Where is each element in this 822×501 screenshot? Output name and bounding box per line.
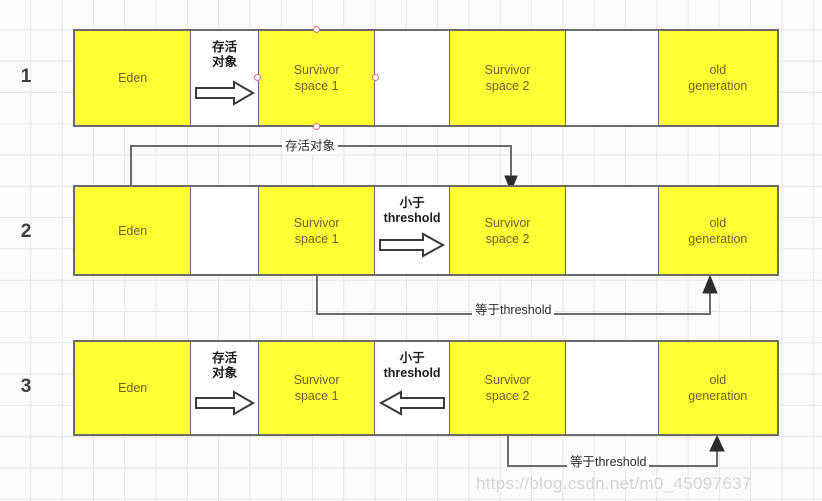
arrow-right-icon (194, 80, 256, 111)
row1-cell-survivor-space-2[interactable]: Survivor space 2 (449, 31, 567, 125)
row2-survivor2-label: Survivor space 2 (484, 215, 531, 246)
row3-cell-transfer-s2-to-s1[interactable]: 小于 threshold (375, 342, 450, 434)
arrow-left-icon (378, 390, 446, 421)
arrow-right-icon (378, 232, 446, 263)
selection-handle-top[interactable] (312, 26, 320, 33)
row3-cell-survivor-space-1[interactable]: Survivor space 1 (258, 342, 376, 434)
row3-transfer-right-label: 小于 threshold (383, 351, 441, 380)
connector-2-label: 等于threshold (472, 303, 555, 318)
row2-cell-old-generation[interactable]: old generation (658, 187, 777, 274)
row3-old-generation-label: old generation (688, 373, 748, 403)
connector-3-label: 等于threshold (567, 455, 650, 470)
arrow-right-icon (194, 390, 256, 421)
row2-cell-gap-2[interactable] (566, 187, 659, 274)
row-label-3: 3 (20, 376, 32, 397)
watermark: https://blog.csdn.net/m0_45097637 (476, 474, 752, 493)
row2-transfer-label: 小于 threshold (383, 196, 441, 225)
row1-cell-gap-1[interactable] (375, 31, 450, 125)
row3-survivor2-label: Survivor space 2 (484, 373, 531, 403)
row1-survivor1-label: Survivor space 1 (293, 63, 340, 93)
row2-cell-survivor-space-2[interactable]: Survivor space 2 (449, 187, 567, 274)
row2-cell-eden[interactable]: Eden (75, 187, 192, 274)
row-label-2: 2 (20, 221, 32, 242)
row2-survivor1-label: Survivor space 1 (293, 215, 340, 246)
row-label-1: 1 (20, 66, 32, 87)
row3-cell-gap-2[interactable] (566, 342, 659, 434)
row3-survivor1-label: Survivor space 1 (293, 373, 340, 403)
selection-handle-left[interactable] (253, 74, 261, 81)
row1-cell-eden[interactable]: Eden (75, 31, 192, 125)
row1-old-generation-label: old generation (688, 63, 748, 93)
row3-eden-label: Eden (118, 381, 148, 395)
row3-transfer-left-label: 存活 对象 (212, 351, 238, 380)
row2-eden-label: Eden (118, 223, 148, 238)
row2-cell-gap-0[interactable] (191, 187, 259, 274)
row-3-band: Eden 存活 对象 Survivor space 1 小于 threshold… (73, 340, 779, 436)
selection-handle-bottom[interactable] (312, 123, 320, 130)
row2-old-generation-label: old generation (688, 215, 748, 246)
diagram-canvas: 1 Eden 存活 对象 Survivor space 1 Survivor s… (0, 0, 822, 501)
row3-cell-eden[interactable]: Eden (75, 342, 192, 434)
row2-cell-survivor-space-1[interactable]: Survivor space 1 (258, 187, 376, 274)
row1-cell-transfer-eden-to-s1[interactable]: 存活 对象 (191, 31, 259, 125)
row1-cell-survivor-space-1[interactable]: Survivor space 1 (253, 26, 380, 130)
row1-eden-label: Eden (118, 71, 148, 85)
row2-cell-transfer-s1-to-s2[interactable]: 小于 threshold (375, 187, 450, 274)
row3-cell-transfer-eden-to-s1[interactable]: 存活 对象 (191, 342, 259, 434)
row1-cell-gap-2[interactable] (566, 31, 659, 125)
row3-cell-old-generation[interactable]: old generation (658, 342, 777, 434)
row1-transfer-label: 存活 对象 (212, 40, 238, 69)
row1-survivor2-label: Survivor space 2 (484, 63, 531, 93)
connector-1-label: 存活对象 (282, 139, 339, 154)
row-1-band: Eden 存活 对象 Survivor space 1 Survivor spa… (73, 26, 779, 130)
row-2-band: Eden Survivor space 1 小于 threshold Survi… (73, 185, 779, 276)
row1-cell-old-generation[interactable]: old generation (658, 31, 777, 125)
row3-cell-survivor-space-2[interactable]: Survivor space 2 (449, 342, 567, 434)
